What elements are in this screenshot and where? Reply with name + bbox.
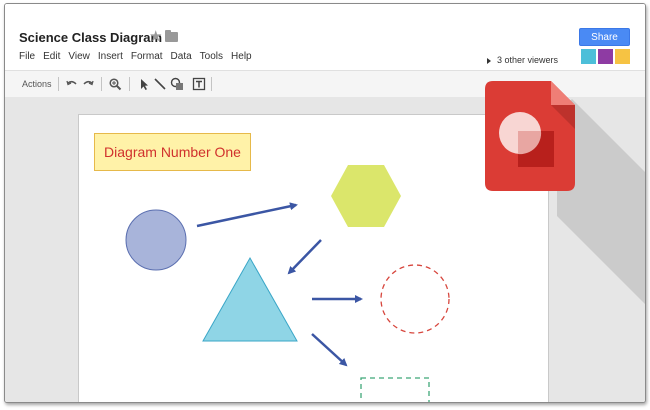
redo-icon[interactable]: [81, 77, 95, 91]
menu-tools[interactable]: Tools: [200, 51, 223, 62]
shape-dashed-circle[interactable]: [380, 264, 450, 334]
document-title[interactable]: Science Class Diagram: [19, 30, 162, 45]
shape-icon[interactable]: [170, 77, 184, 91]
shape-dashed-rectangle[interactable]: [360, 377, 430, 402]
viewers-toggle[interactable]: 3 other viewers: [487, 55, 558, 65]
zoom-icon[interactable]: [108, 77, 122, 91]
menu-file[interactable]: File: [19, 51, 35, 62]
viewer-avatar-3[interactable]: [615, 49, 630, 64]
menu-insert[interactable]: Insert: [98, 51, 123, 62]
arrow-triangle-to-rectangle[interactable]: [311, 333, 348, 367]
viewer-avatar-1[interactable]: [581, 49, 596, 64]
arrow-circle-to-hexagon[interactable]: [196, 202, 298, 228]
shape-circle[interactable]: [125, 209, 187, 271]
expand-triangle-icon: [487, 57, 491, 64]
shape-hexagon[interactable]: [331, 165, 401, 227]
toolbar-divider: [101, 77, 102, 91]
google-drawings-icon: [485, 81, 575, 191]
toolbar-divider: [211, 77, 212, 91]
header: Science Class Diagram ★ File Edit View I…: [5, 4, 645, 70]
app-window: Science Class Diagram ★ File Edit View I…: [4, 3, 646, 403]
menu-edit[interactable]: Edit: [43, 51, 60, 62]
shape-triangle[interactable]: [202, 256, 298, 342]
diagram-shapes: [125, 165, 450, 402]
actions-menu[interactable]: Actions: [22, 79, 52, 89]
viewers-label: 3 other viewers: [497, 55, 559, 65]
star-icon[interactable]: ★: [149, 27, 162, 45]
menu-help[interactable]: Help: [231, 51, 252, 62]
textbox-icon[interactable]: [192, 77, 206, 91]
menu-data[interactable]: Data: [171, 51, 192, 62]
menu-format[interactable]: Format: [131, 51, 163, 62]
share-button[interactable]: Share: [579, 28, 630, 46]
drawing-canvas[interactable]: Diagram Number One: [78, 114, 549, 402]
menu-bar: File Edit View Insert Format Data Tools …: [19, 51, 252, 62]
toolbar-divider: [129, 77, 130, 91]
folder-icon[interactable]: [165, 30, 178, 42]
line-icon[interactable]: [153, 77, 167, 91]
undo-icon[interactable]: [65, 77, 79, 91]
viewer-avatar-2[interactable]: [598, 49, 613, 64]
menu-view[interactable]: View: [68, 51, 90, 62]
arrow-hexagon-to-triangle[interactable]: [287, 239, 322, 275]
select-icon[interactable]: [137, 77, 151, 91]
toolbar-divider: [58, 77, 59, 91]
